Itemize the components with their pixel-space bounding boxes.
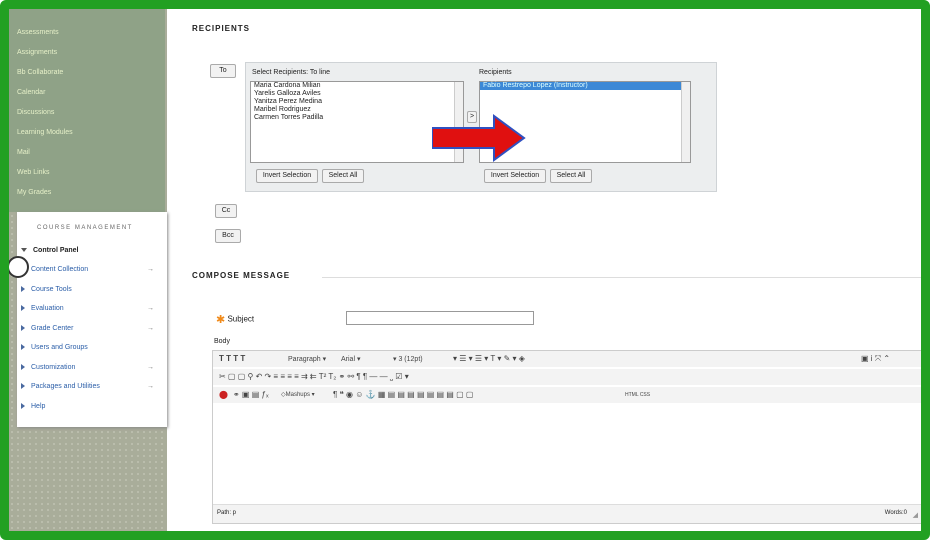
green-border xyxy=(0,0,930,540)
